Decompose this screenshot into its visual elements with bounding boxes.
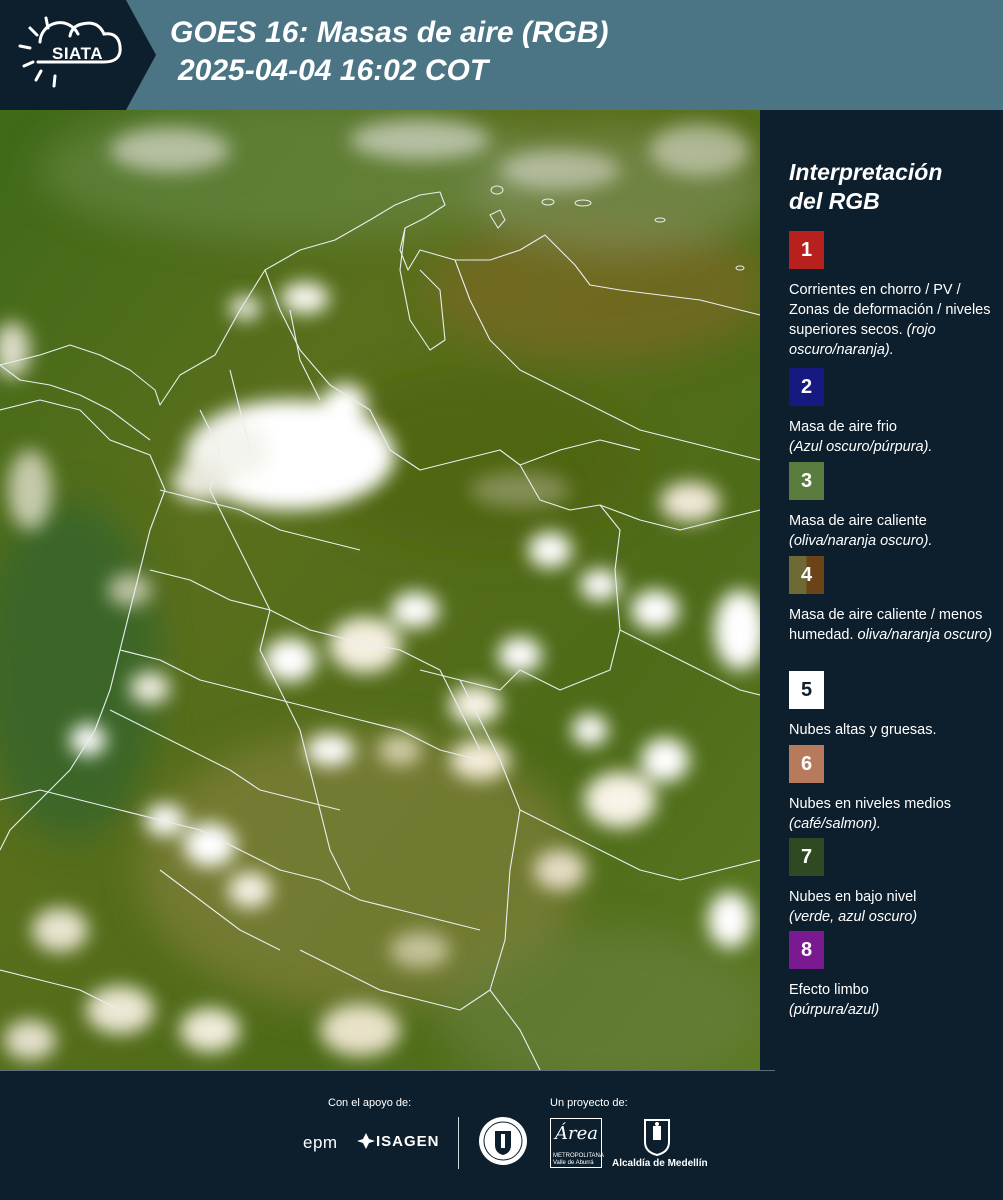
- title-line-2: 2025-04-04 16:02 COT: [178, 54, 489, 87]
- siata-logo: SIATA: [0, 0, 156, 110]
- satellite-map: [0, 110, 760, 1070]
- legend-desc-2: Masa de aire frio (Azul oscuro/púrpura).: [789, 417, 999, 457]
- legend-text-6: Nubes en niveles medios: [789, 796, 952, 812]
- legend-swatch-7: 7: [789, 838, 824, 876]
- footer: Con el apoyo de: Un proyecto de: epm ISA…: [0, 1070, 1003, 1200]
- area-logo-sub-2: Valle de Aburrá: [553, 1160, 594, 1166]
- legend-item-2: 2 Masa de aire frio (Azul oscuro/púrpura…: [789, 368, 999, 457]
- legend-desc-7: Nubes en bajo nivel (verde, azul oscuro): [789, 887, 999, 927]
- legend-item-4: 4 Masa de aire caliente / menos humedad.…: [789, 556, 999, 645]
- legend-desc-5: Nubes altas y gruesas.: [789, 720, 999, 740]
- legend-text-5: Nubes altas y gruesas.: [789, 722, 937, 738]
- footer-divider-line: [0, 1070, 775, 1071]
- header-bar: SIATA GOES 16: Masas de aire (RGB) 2025-…: [0, 0, 1003, 110]
- alcaldia-shield-icon: [644, 1119, 670, 1156]
- legend-swatch-1: 1: [789, 231, 824, 269]
- legend-swatch-6: 6: [789, 745, 824, 783]
- legend-note-3: (oliva/naranja oscuro).: [789, 533, 933, 549]
- legend-swatch-2: 2: [789, 368, 824, 406]
- page-title: GOES 16: Masas de aire (RGB) 2025-04-04 …: [170, 14, 609, 90]
- legend-title-line-2: del RGB: [789, 188, 880, 214]
- legend-item-8: 8 Efecto limbo (púrpura/azul): [789, 931, 999, 1020]
- legend-swatch-3: 3: [789, 462, 824, 500]
- legend-note-6: (café/salmon).: [789, 816, 881, 832]
- epm-logo: epm: [303, 1133, 338, 1152]
- legend-note-7: (verde, azul oscuro): [789, 909, 918, 925]
- legend-panel: Interpretación del RGB 1 Corrientes en c…: [760, 110, 1003, 1070]
- legend-swatch-4: 4: [789, 556, 824, 594]
- legend-note-8: (púrpura/azul): [789, 1002, 880, 1018]
- legend-text-2: Masa de aire frio: [789, 419, 897, 435]
- legend-desc-1: Corrientes en chorro / PV / Zonas de def…: [789, 280, 999, 360]
- legend-text-1: Corrientes en chorro / PV / Zonas de def…: [789, 282, 991, 338]
- legend-swatch-5: 5: [789, 671, 824, 709]
- legend-desc-3: Masa de aire caliente (oliva/naranja osc…: [789, 511, 999, 551]
- legend-text-7: Nubes en bajo nivel: [789, 889, 917, 905]
- support-label: Con el apoyo de:: [328, 1097, 412, 1109]
- isagen-logo: ISAGEN: [376, 1133, 440, 1150]
- legend-item-7: 7 Nubes en bajo nivel (verde, azul oscur…: [789, 838, 999, 927]
- legend-desc-6: Nubes en niveles medios (café/salmon).: [789, 794, 999, 834]
- legend-title: Interpretación del RGB: [789, 158, 942, 216]
- legend-note-2: (Azul oscuro/púrpura).: [789, 439, 933, 455]
- footer-separator: [458, 1117, 459, 1169]
- legend-desc-8: Efecto limbo (púrpura/azul): [789, 980, 999, 1020]
- medellin-seal-icon: [479, 1117, 527, 1165]
- area-logo-sub-1: METROPOLITANA: [553, 1153, 604, 1159]
- isagen-icon: [357, 1133, 375, 1149]
- legend-item-3: 3 Masa de aire caliente (oliva/naranja o…: [789, 462, 999, 551]
- title-line-1: GOES 16: Masas de aire (RGB): [170, 16, 609, 49]
- area-metropolitana-logo: Área METROPOLITANA Valle de Aburrá: [550, 1118, 604, 1168]
- legend-desc-4: Masa de aire caliente / menos humedad. o…: [789, 605, 999, 645]
- alcaldia-logo-text: Alcaldía de Medellín: [612, 1158, 708, 1169]
- legend-text-3: Masa de aire caliente: [789, 513, 927, 529]
- area-logo-name: Área: [555, 1123, 598, 1144]
- legend-note-4: oliva/naranja oscuro): [857, 627, 993, 643]
- legend-item-5: 5 Nubes altas y gruesas.: [789, 671, 999, 740]
- legend-text-8: Efecto limbo: [789, 982, 869, 998]
- legend-item-1: 1 Corrientes en chorro / PV / Zonas de d…: [789, 231, 999, 360]
- logo-text: SIATA: [52, 44, 103, 63]
- satellite-image: [0, 110, 760, 1070]
- legend-title-line-1: Interpretación: [789, 159, 943, 185]
- legend-item-6: 6 Nubes en niveles medios (café/salmon).: [789, 745, 999, 834]
- legend-swatch-8: 8: [789, 931, 824, 969]
- project-label: Un proyecto de:: [550, 1097, 628, 1109]
